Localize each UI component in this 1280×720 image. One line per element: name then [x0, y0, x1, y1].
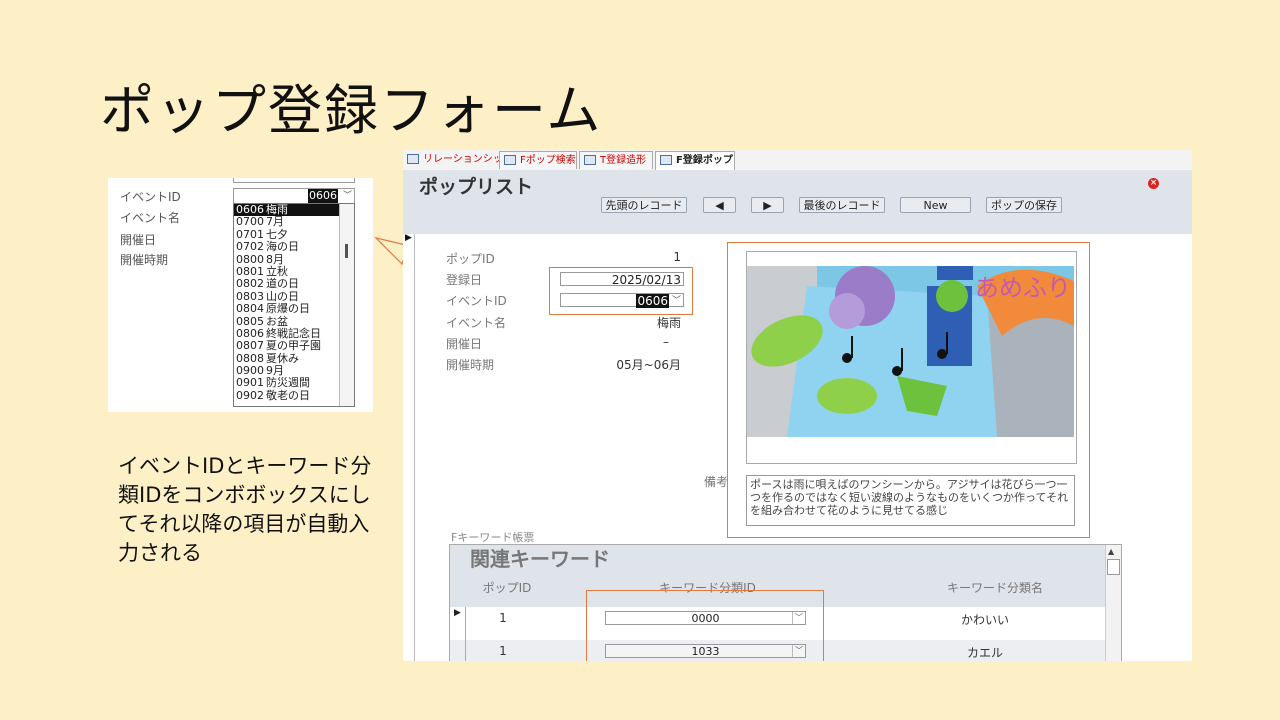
scrollbar-thumb[interactable]: [345, 244, 348, 258]
option-name: お盆: [266, 314, 288, 328]
relationship-icon: [407, 154, 419, 164]
slide-caption: イベントIDとキーワード分類IDをコンボボックスにしてそれ以降の項目が自動入力さ…: [118, 454, 372, 565]
option-code: 0702: [236, 240, 264, 254]
dropdown-option[interactable]: 0902 敬老の日: [234, 388, 340, 402]
form-icon: [504, 155, 516, 165]
previous-record-button[interactable]: ◀: [703, 197, 736, 213]
event-id-options-list[interactable]: 0606 梅雨 0700 7月 0701 七夕 0702 海の日 0800 8月 0801 立秋 080…: [233, 203, 355, 407]
new-record-button[interactable]: New: [900, 197, 971, 213]
row-selector[interactable]: [450, 640, 466, 661]
option-code: 0902: [236, 388, 264, 402]
event-id-combo[interactable]: 0606 ﹀: [233, 188, 355, 204]
next-record-button[interactable]: ▶: [751, 197, 784, 213]
option-name: 夏休み: [266, 351, 299, 365]
subform-caption: Fキーワード帳票: [451, 531, 535, 544]
form-header: ポップリスト 先頭のレコード ◀ ▶ 最後のレコード New ポップの保存 ×: [403, 170, 1192, 234]
subform-title: 関連キーワード: [470, 547, 610, 571]
row-pop-id: 1: [499, 644, 507, 658]
save-pop-button[interactable]: ポップの保存: [986, 197, 1062, 213]
option-name: 梅雨: [266, 203, 288, 216]
inset-label-period: 開催時期: [120, 253, 169, 267]
option-name: 山の日: [266, 289, 299, 303]
option-name: 終戦記念日: [266, 326, 321, 340]
pop-image-text: あめふり: [975, 274, 1071, 302]
event-id-label: イベントID: [446, 294, 507, 308]
option-name: 七夕: [266, 227, 288, 241]
highlight-box: [549, 267, 693, 315]
scrollbar-thumb[interactable]: [1107, 559, 1120, 575]
event-id-dropdown-screenshot: イベントID イベント名 開催日 開催時期 0606 ﹀ 0606 梅雨 0700 7…: [108, 178, 373, 412]
row-keyword-name: かわいい: [960, 613, 1009, 627]
event-name-value: 梅雨: [656, 316, 681, 330]
subform-scrollbar[interactable]: ▲: [1105, 545, 1121, 661]
date-label: 開催日: [446, 337, 483, 351]
option-name: 防災週間: [266, 376, 310, 390]
row-keyword-name: カエル: [966, 646, 1003, 660]
first-record-button[interactable]: 先頭のレコード: [601, 197, 687, 213]
inset-label-event-id: イベントID: [120, 190, 181, 204]
remarks-label: 備考: [704, 475, 729, 489]
option-name: 敬老の日: [266, 388, 310, 402]
list-scrollbar[interactable]: [339, 204, 354, 406]
dropdown-option[interactable]: 0702 海の日: [234, 240, 340, 254]
row-selector[interactable]: ▶: [450, 607, 466, 640]
combo-value: 0606: [308, 189, 338, 203]
column-header-keyword-name: キーワード分類名: [946, 581, 1043, 595]
highlight-box: [586, 590, 824, 661]
date-value: –: [663, 335, 669, 349]
option-code: 0802: [236, 277, 264, 291]
slide-title: ポップ登録フォーム: [100, 79, 603, 142]
tab-relationship[interactable]: リレーションシップ: [403, 151, 513, 169]
document-tabs: リレーションシップ Fポップ検索 T登録造形 F登録ポップ: [403, 150, 1192, 171]
reg-date-label: 登録日: [446, 273, 483, 287]
current-record-icon: ▶: [405, 233, 412, 243]
option-name: 夏の甲子園: [266, 339, 321, 353]
tab-registered-works[interactable]: T登録造形: [579, 151, 653, 169]
pop-id-value: 1: [673, 250, 681, 264]
option-name: 海の日: [266, 240, 299, 254]
option-name: 原爆の日: [266, 302, 310, 316]
option-code: 0804: [236, 302, 264, 316]
form-icon: [660, 155, 672, 165]
record-selector[interactable]: ▶: [403, 233, 415, 661]
inset-label-date: 開催日: [120, 233, 157, 247]
option-name: 8月: [266, 252, 284, 266]
form-title: ポップリスト: [419, 176, 534, 198]
chevron-down-icon[interactable]: ﹀: [343, 189, 352, 203]
period-value: 05月~06月: [616, 358, 681, 372]
inset-label-event-name: イベント名: [120, 211, 181, 225]
option-name: 立秋: [266, 264, 288, 278]
option-name: 7月: [266, 215, 284, 229]
option-code: 0807: [236, 339, 264, 353]
cropped-field: [233, 178, 355, 183]
access-form-window: リレーションシップ Fポップ検索 T登録造形 F登録ポップ ポップリスト 先頭の…: [403, 150, 1192, 661]
last-record-button[interactable]: 最後のレコード: [799, 197, 885, 213]
pop-image-frame: あめふり: [746, 251, 1077, 464]
period-label: 開催時期: [446, 358, 495, 372]
close-icon[interactable]: ×: [1148, 178, 1159, 189]
pop-photo: あめふり: [747, 266, 1074, 437]
tab-register-pop[interactable]: F登録ポップ: [655, 151, 735, 171]
column-header-pop-id: ポップID: [482, 581, 532, 595]
current-record-icon: ▶: [454, 608, 461, 618]
pop-id-label: ポップID: [446, 252, 495, 266]
tab-pop-search[interactable]: Fポップ検索: [499, 151, 577, 169]
event-name-label: イベント名: [446, 316, 507, 330]
option-code: 0700: [236, 215, 264, 229]
row-pop-id: 1: [499, 611, 507, 625]
table-icon: [584, 155, 596, 165]
remarks-field[interactable]: ポースは雨に唄えばのワンシーンから。アジサイは花びら一つ一つを作るのではなく短い…: [746, 475, 1075, 526]
option-name: 道の日: [266, 277, 299, 291]
scroll-up-icon[interactable]: ▲: [1108, 547, 1114, 556]
option-code: 0901: [236, 376, 264, 390]
